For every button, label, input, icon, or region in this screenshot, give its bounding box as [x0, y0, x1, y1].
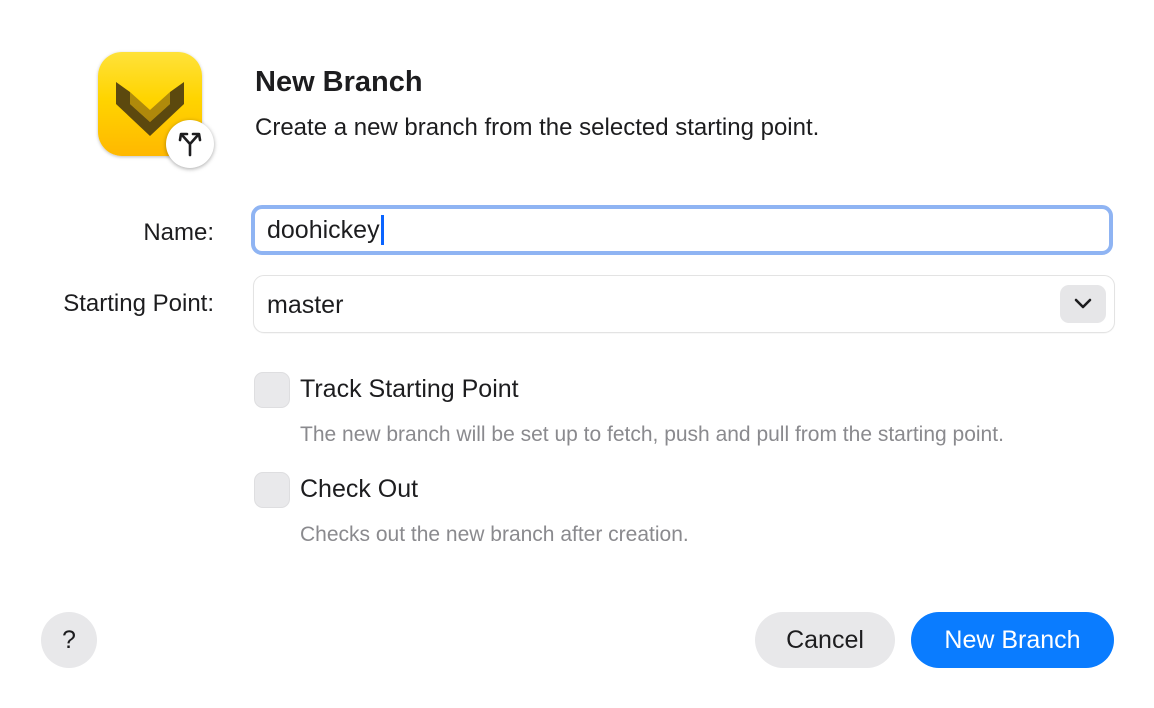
- check-out-checkbox[interactable]: [254, 472, 290, 508]
- starting-point-label: Starting Point:: [63, 290, 214, 317]
- starting-point-value: master: [267, 291, 344, 319]
- branch-name-value: doohickey: [267, 215, 380, 244]
- help-button[interactable]: ?: [41, 612, 97, 668]
- branch-name-input[interactable]: doohickey: [251, 205, 1113, 255]
- text-caret: [380, 215, 384, 245]
- new-branch-dialog: New Branch Create a new branch from the …: [0, 0, 1154, 708]
- branch-fork-icon: [166, 120, 214, 168]
- starting-point-dropdown-button[interactable]: [1060, 285, 1106, 323]
- dialog-title: New Branch: [255, 66, 423, 98]
- check-out-label[interactable]: Check Out: [300, 475, 418, 504]
- name-label: Name:: [143, 219, 214, 246]
- dialog-subtitle: Create a new branch from the selected st…: [255, 114, 820, 141]
- track-starting-point-description: The new branch will be set up to fetch, …: [300, 423, 1004, 446]
- new-branch-button[interactable]: New Branch: [911, 612, 1114, 668]
- cancel-button[interactable]: Cancel: [755, 612, 895, 668]
- track-starting-point-checkbox[interactable]: [254, 372, 290, 408]
- chevron-down-icon: [1074, 298, 1092, 309]
- check-out-description: Checks out the new branch after creation…: [300, 523, 689, 546]
- track-starting-point-label[interactable]: Track Starting Point: [300, 375, 519, 404]
- starting-point-select[interactable]: master: [253, 275, 1115, 333]
